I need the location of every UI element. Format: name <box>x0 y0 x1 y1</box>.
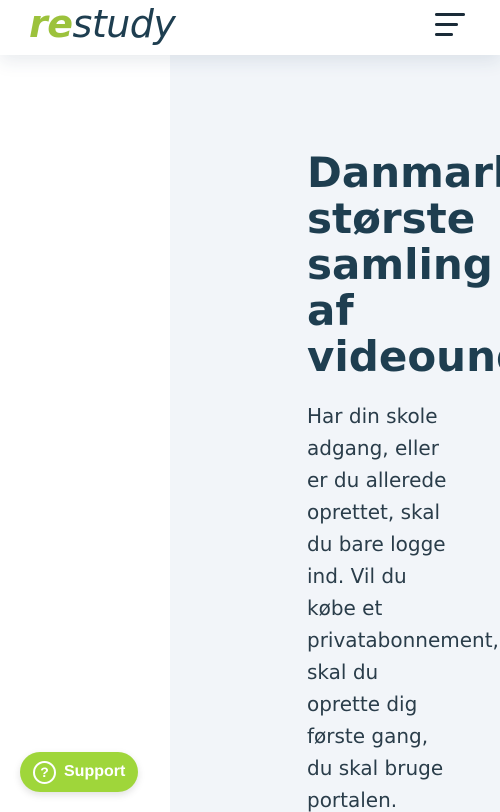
hero-title: Danmarks største samling af videoundervi… <box>307 148 500 381</box>
menu-bar-3 <box>435 33 453 36</box>
site-header: restudy <box>0 0 500 55</box>
left-panel <box>0 55 170 812</box>
logo-re: re <box>29 2 73 46</box>
logo-study: study <box>72 2 176 46</box>
restudy-logo[interactable]: restudy <box>29 2 176 46</box>
support-label: Support <box>64 763 126 780</box>
support-button[interactable]: ? Support <box>20 752 138 792</box>
question-circle-icon: ? <box>33 760 56 784</box>
hero-description: Har din skole adgang, eller er du allere… <box>307 404 499 812</box>
menu-bar-1 <box>435 13 465 16</box>
page: restudy Danmarks største samling af vide… <box>0 0 500 812</box>
hamburger-menu-icon[interactable] <box>426 8 472 44</box>
menu-bar-2 <box>435 23 458 26</box>
